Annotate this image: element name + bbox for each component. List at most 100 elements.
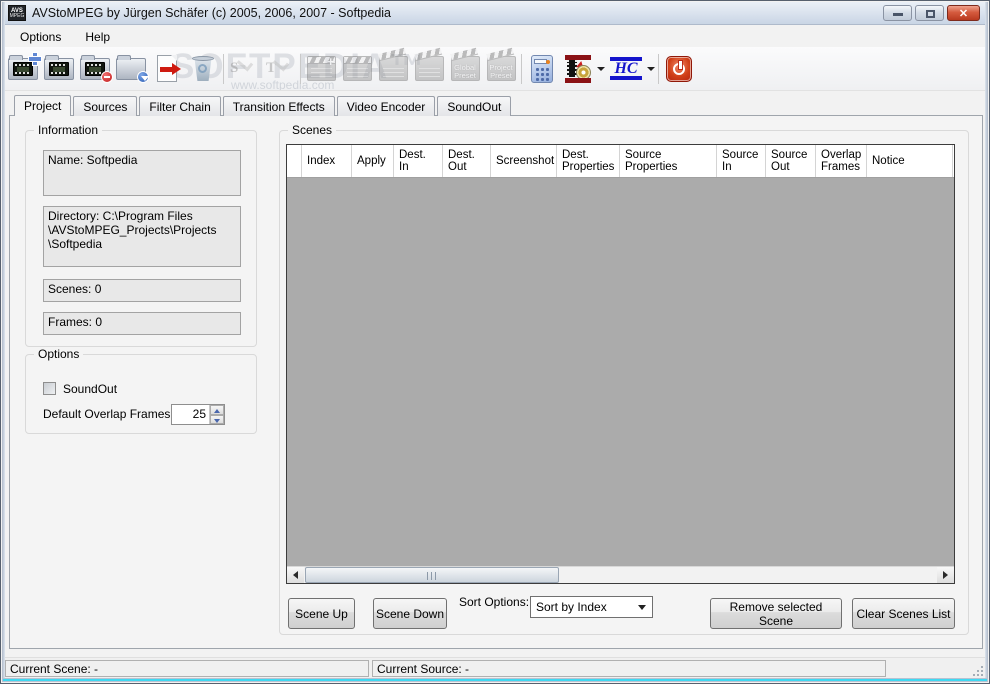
column-header-dest-out[interactable]: Dest. Out xyxy=(444,145,491,177)
menu-help[interactable]: Help xyxy=(76,28,119,46)
toolbar-separator xyxy=(521,53,522,84)
column-header-dest-properties[interactable]: Dest. Properties xyxy=(558,145,620,177)
scrollbar-thumb[interactable] xyxy=(305,567,559,583)
status-bar: Current Scene: - Current Source: - xyxy=(5,657,985,678)
window-controls: ✕ xyxy=(883,5,980,21)
column-header-screenshot[interactable]: Screenshot xyxy=(492,145,557,177)
scenes-table-header: Index Apply Dest. In Dest. Out Screenshot Des… xyxy=(287,145,954,178)
frames-count-box: Frames: 0 xyxy=(43,312,241,335)
title-bar[interactable]: AVS MPEG AVStoMPEG by Jürgen Schäfer (c)… xyxy=(2,2,988,25)
sort-options-label: Sort Options: xyxy=(459,595,530,609)
resize-grip[interactable] xyxy=(971,664,983,676)
preview-scene-button xyxy=(375,47,411,89)
clapperboard-open-icon xyxy=(413,47,444,81)
export-page-icon xyxy=(157,55,181,82)
s-check-icon: S xyxy=(229,55,259,82)
dropdown-arrow-icon[interactable] xyxy=(597,66,605,71)
column-header-notice[interactable]: Notice xyxy=(868,145,953,177)
column-header-overlap-frames[interactable]: Overlap Frames xyxy=(817,145,867,177)
column-header-apply[interactable]: Apply xyxy=(353,145,394,177)
tab-soundout[interactable]: SoundOut xyxy=(437,96,512,116)
import-project-button[interactable] xyxy=(113,49,149,89)
scroll-left-button[interactable] xyxy=(287,567,304,583)
recycle-bin-button[interactable] xyxy=(185,49,221,89)
tab-filter-chain[interactable]: Filter Chain xyxy=(139,96,221,116)
calculator-button[interactable] xyxy=(524,49,560,89)
add-scene-button: + xyxy=(303,49,339,89)
menu-options[interactable]: Options xyxy=(11,28,70,46)
dropdown-arrow-icon xyxy=(638,605,646,610)
exit-button[interactable] xyxy=(661,49,697,89)
information-title: Information xyxy=(34,123,103,137)
minimize-button[interactable] xyxy=(883,5,912,21)
delete-project-button[interactable] xyxy=(77,49,113,89)
delete-project-folder-icon xyxy=(80,54,113,83)
hc-encoder-icon: HC xyxy=(609,57,643,80)
t-check-icon: T xyxy=(265,55,295,82)
window-border-right xyxy=(985,2,988,682)
overlap-frames-spinner[interactable]: 25 xyxy=(171,404,225,425)
minus-badge-icon xyxy=(101,70,113,83)
column-header-selector[interactable] xyxy=(287,145,302,177)
clear-scenes-list-button[interactable]: Clear Scenes List xyxy=(852,598,955,629)
remove-selected-scene-button[interactable]: Remove selected Scene xyxy=(710,598,842,629)
scenes-title: Scenes xyxy=(288,123,337,137)
soundout-label: SoundOut xyxy=(63,382,118,396)
left-arrow-icon xyxy=(293,571,298,579)
project-preset-button: Project Preset xyxy=(483,47,519,89)
project-tab-page: Information Name: Softpedia Directory: C… xyxy=(9,115,983,649)
options-title: Options xyxy=(34,347,84,361)
options-groupbox: Options SoundOut Default Overlap Frames:… xyxy=(25,347,257,434)
tab-sources[interactable]: Sources xyxy=(73,96,138,116)
maximize-button[interactable] xyxy=(915,5,944,21)
calculator-icon xyxy=(531,54,553,83)
clapperboard-open-icon xyxy=(377,47,408,81)
open-project-button[interactable] xyxy=(41,49,77,89)
encode-to-disc-button[interactable] xyxy=(560,49,608,89)
tab-video-encoder[interactable]: Video Encoder xyxy=(336,96,436,116)
export-button[interactable] xyxy=(149,49,185,89)
current-scene-panel: Current Scene: - xyxy=(5,660,369,677)
minimize-icon xyxy=(893,13,903,16)
project-preset-icon: Project Preset xyxy=(485,47,516,81)
tab-project[interactable]: Project xyxy=(14,95,72,116)
global-preset-button: Global Preset xyxy=(447,47,483,89)
horizontal-scrollbar[interactable] xyxy=(287,566,954,583)
close-button[interactable]: ✕ xyxy=(947,5,980,21)
column-header-index[interactable]: Index xyxy=(303,145,352,177)
column-header-source-out[interactable]: Source Out xyxy=(767,145,816,177)
scenes-count-box: Scenes: 0 xyxy=(43,279,241,302)
plus-badge-icon xyxy=(29,52,41,65)
power-icon xyxy=(666,55,692,82)
column-header-dest-in[interactable]: Dest. In xyxy=(395,145,443,177)
scene-down-button[interactable]: Scene Down xyxy=(373,598,447,629)
film-icon xyxy=(49,61,69,76)
scroll-right-button[interactable] xyxy=(937,567,954,583)
soundout-checkbox[interactable] xyxy=(43,382,56,395)
spinner-up-button[interactable] xyxy=(210,405,224,415)
scenes-table-body[interactable] xyxy=(287,178,954,566)
spinner-down-button[interactable] xyxy=(210,414,224,424)
sort-options-value: Sort by Index xyxy=(536,600,607,614)
right-arrow-icon xyxy=(943,571,948,579)
render-scene-button xyxy=(411,47,447,89)
close-icon: ✕ xyxy=(958,8,969,20)
column-header-source-properties[interactable]: Source Properties xyxy=(621,145,717,177)
tab-strip: Project Sources Filter Chain Transition Eff… xyxy=(14,95,513,116)
toolbar-separator xyxy=(658,53,659,84)
up-arrow-icon xyxy=(214,408,220,413)
app-window: AVS MPEG AVStoMPEG by Jürgen Schäfer (c)… xyxy=(0,0,990,684)
down-arrow-icon xyxy=(214,418,220,423)
hc-encoder-button[interactable]: HC xyxy=(608,49,656,89)
scenes-groupbox: Scenes Index Apply Dest. In Dest. Out Screen… xyxy=(279,123,969,635)
new-project-button[interactable] xyxy=(5,49,41,89)
scene-up-button[interactable]: Scene Up xyxy=(288,598,355,629)
maximize-icon xyxy=(926,10,935,18)
dropdown-arrow-icon[interactable] xyxy=(647,66,655,71)
column-header-source-in[interactable]: Source In xyxy=(718,145,766,177)
app-icon-text-bottom: MPEG xyxy=(9,12,25,19)
project-name-box: Name: Softpedia xyxy=(43,150,241,196)
menu-bar: Options Help xyxy=(5,26,985,47)
tab-transition-effects[interactable]: Transition Effects xyxy=(222,96,335,116)
sort-options-dropdown[interactable]: Sort by Index xyxy=(530,596,653,618)
